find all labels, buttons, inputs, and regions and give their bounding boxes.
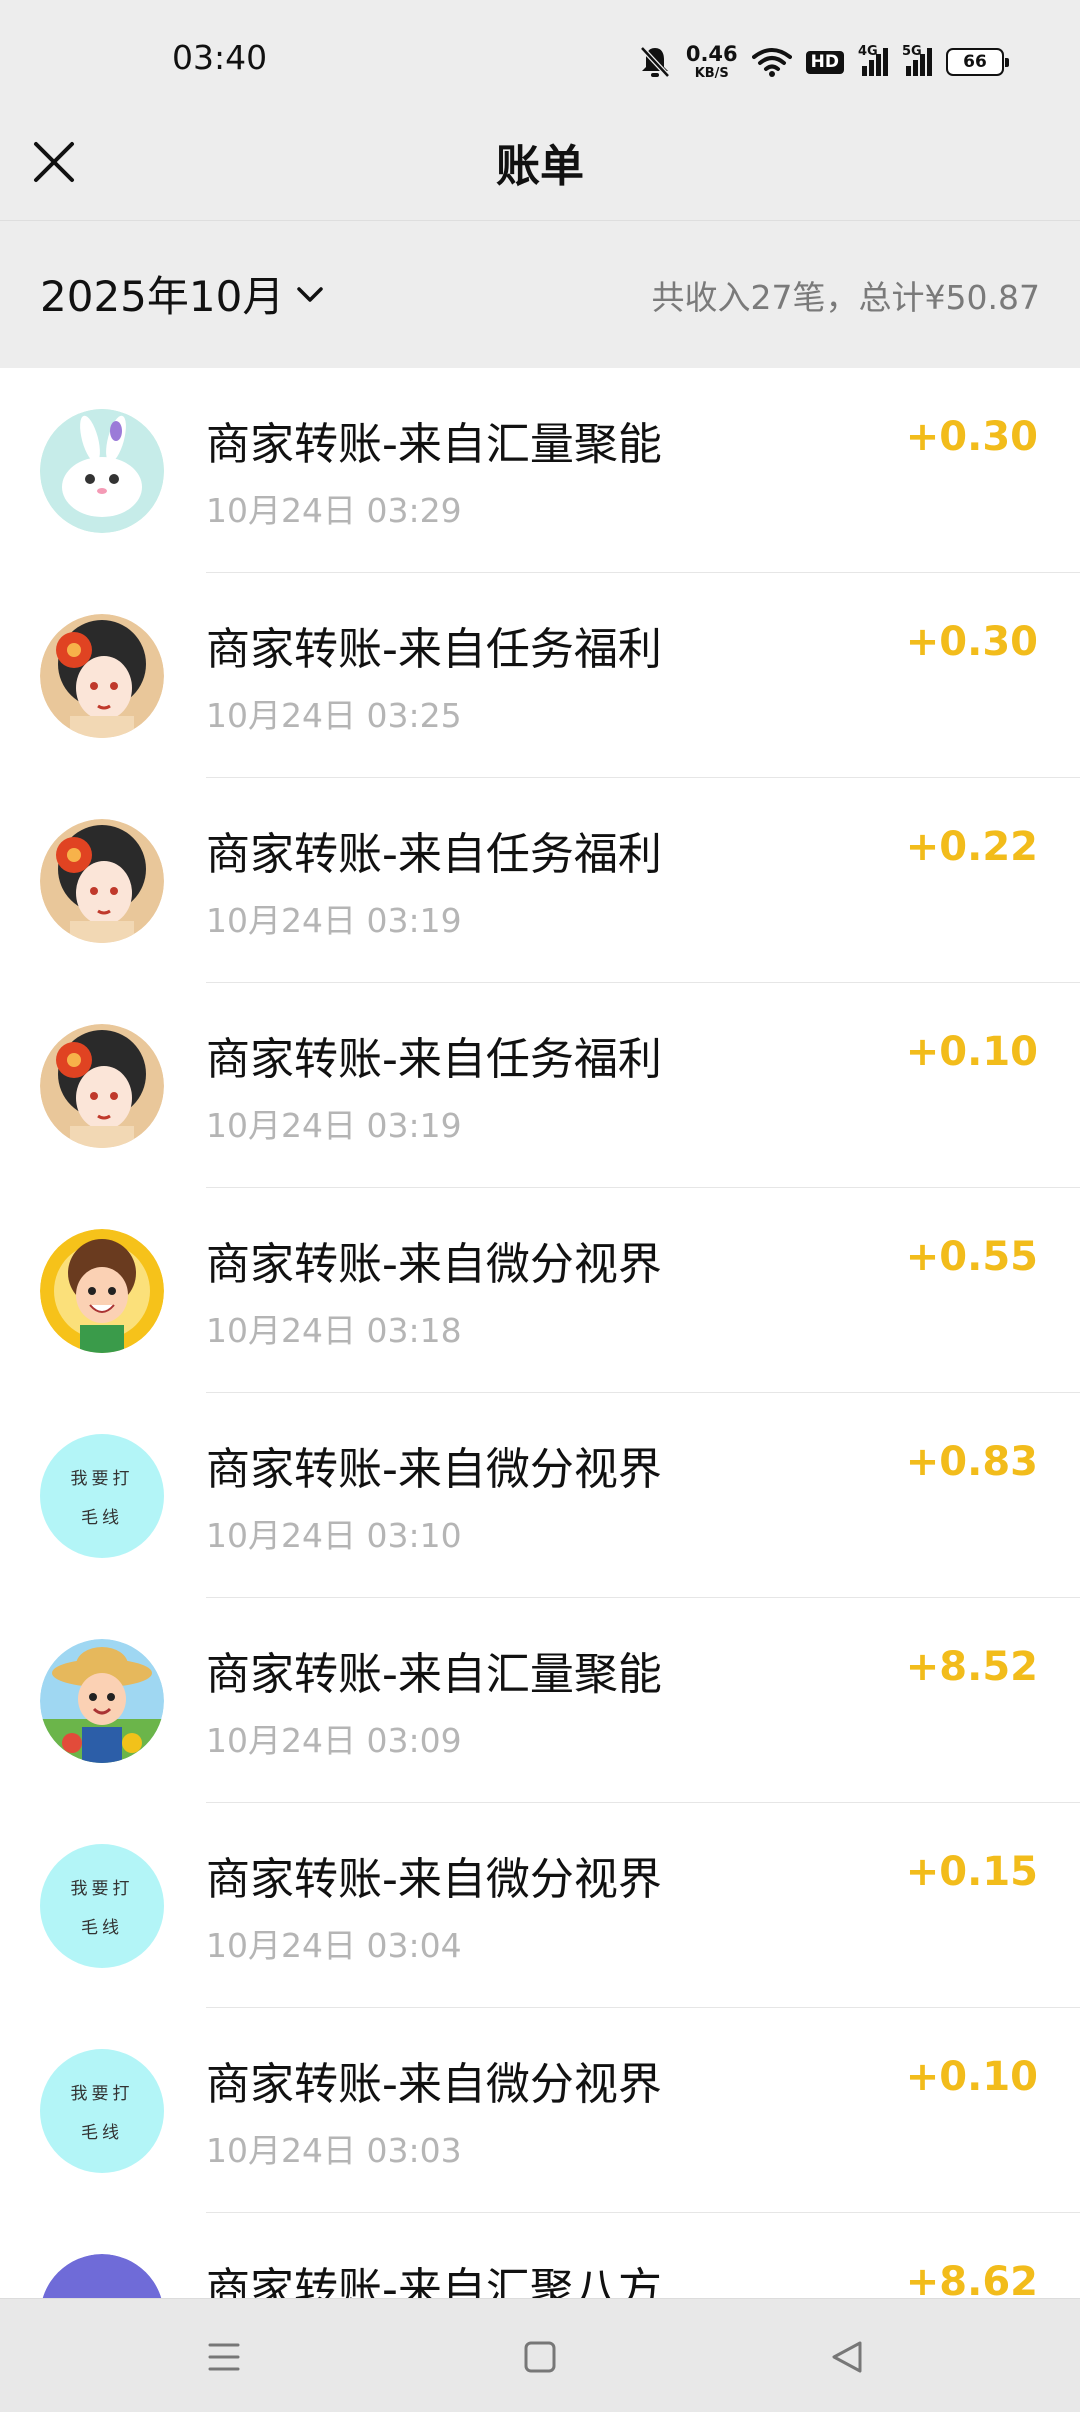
battery-icon: 66 [946, 48, 1009, 76]
signal-5g-label: 5G [902, 44, 922, 59]
girl-avatar [40, 1024, 164, 1148]
bill-item[interactable]: 商家转账-来自微分视界 10月24日 03:18 +0.55 [0, 1188, 1080, 1393]
bill-item[interactable]: 我要打 毛线 商家转账-来自微分视界 10月24日 03:04 +0.15 [0, 1803, 1080, 2008]
bill-item[interactable]: 商家转账-来自任务福利 10月24日 03:19 +0.22 [0, 778, 1080, 983]
bill-list: 商家转账-来自汇量聚能 10月24日 03:29 +0.30 商家转账-来自任务… [0, 368, 1080, 2298]
signal-icon: 4G [858, 44, 888, 76]
girl-avatar [40, 614, 164, 738]
avatar-text-line1: 我要打 [70, 1469, 134, 1489]
status-bar: 03:40 0.46 KB/S HD 4G 5G 66 [0, 0, 1080, 120]
nav-bar: 账单 [0, 120, 1080, 220]
avatar-text-line1: 我要打 [70, 1879, 134, 1899]
system-nav-bar [0, 2298, 1080, 2412]
month-summary: 2025年10月 共收入27笔，总计¥50.87 [0, 220, 1080, 368]
bill-amount: +0.10 [905, 2054, 1038, 2100]
bill-amount: +8.62 [905, 2259, 1038, 2298]
bill-title: 商家转账-来自微分视界 [206, 1444, 662, 1495]
text-avatar: 我要打 毛线 [40, 1844, 164, 1968]
home-icon[interactable] [512, 2329, 568, 2385]
menu-icon[interactable] [196, 2329, 252, 2385]
net-speed-unit: KB/S [694, 66, 729, 81]
text-avatar: 我要打 毛线 [40, 2049, 164, 2173]
avatar-text-line2: 毛线 [81, 1508, 123, 1528]
signal-5g-icon: 5G [902, 44, 932, 76]
avatar-text-line1: 我要打 [70, 2084, 134, 2104]
bill-time: 10月24日 03:03 [206, 2131, 462, 2170]
bill-time: 10月24日 03:09 [206, 1721, 462, 1760]
text-avatar: 我要打 毛线 [40, 1434, 164, 1558]
bill-time: 10月24日 03:18 [206, 1311, 462, 1350]
status-time: 03:40 [172, 38, 268, 77]
bill-item[interactable]: 商家转账-来自汇量聚能 10月24日 03:09 +8.52 [0, 1598, 1080, 1803]
bill-title: 商家转账-来自汇聚八方 [206, 2264, 662, 2298]
chevron-down-icon [297, 286, 324, 302]
bill-item[interactable]: 商家转账-来自任务福利 10月24日 03:25 +0.30 [0, 573, 1080, 778]
bill-title: 商家转账-来自汇量聚能 [206, 419, 662, 470]
avatar-text-line2: 毛线 [81, 2123, 123, 2143]
bill-title: 商家转账-来自任务福利 [206, 624, 662, 675]
bill-amount: +0.10 [905, 1029, 1038, 1075]
bill-item[interactable]: 商家转账-来自汇量聚能 10月24日 03:29 +0.30 [0, 368, 1080, 573]
bill-item[interactable]: 商家转账-来自任务福利 10月24日 03:19 +0.10 [0, 983, 1080, 1188]
month-label: 2025年10月 [40, 272, 285, 321]
signal-4g-label: 4G [858, 44, 878, 59]
girl-avatar [40, 819, 164, 943]
back-icon[interactable] [820, 2329, 876, 2385]
cartoon-avatar [40, 1229, 164, 1353]
bill-amount: +0.30 [905, 619, 1038, 665]
bill-title: 商家转账-来自任务福利 [206, 829, 662, 880]
avatar-text-line2: 毛线 [81, 1918, 123, 1938]
bill-time: 10月24日 03:19 [206, 1106, 462, 1145]
bill-amount: +0.30 [905, 414, 1038, 460]
bill-time: 10月24日 03:10 [206, 1516, 462, 1555]
month-selector[interactable]: 2025年10月 [40, 263, 326, 324]
bill-title: 商家转账-来自微分视界 [206, 2059, 662, 2110]
bill-amount: +0.83 [905, 1439, 1038, 1485]
battery-level: 66 [963, 52, 987, 72]
bill-title: 商家转账-来自汇量聚能 [206, 1649, 662, 1700]
bill-item[interactable]: 商家转账-来自汇聚八方 +8.62 [0, 2213, 1080, 2298]
status-icons: 0.46 KB/S HD 4G 5G 66 [638, 40, 1009, 84]
bill-title: 商家转账-来自微分视界 [206, 1854, 662, 1905]
bill-time: 10月24日 03:29 [206, 491, 462, 530]
bill-amount: +0.15 [905, 1849, 1038, 1895]
bill-item[interactable]: 我要打 毛线 商家转账-来自微分视界 10月24日 03:10 +0.83 [0, 1393, 1080, 1598]
bill-time: 10月24日 03:19 [206, 901, 462, 940]
bill-time: 10月24日 03:25 [206, 696, 462, 735]
net-speed: 0.46 KB/S [685, 42, 738, 81]
farmer-avatar [40, 1639, 164, 1763]
bill-amount: +0.22 [905, 824, 1038, 870]
wifi-icon [751, 48, 792, 77]
rabbit-avatar [40, 409, 164, 533]
bill-title: 商家转账-来自微分视界 [206, 1239, 662, 1290]
net-speed-value: 0.46 [685, 42, 738, 66]
bill-amount: +0.55 [905, 1234, 1038, 1280]
bill-item[interactable]: 我要打 毛线 商家转账-来自微分视界 10月24日 03:03 +0.10 [0, 2008, 1080, 2213]
page-title: 账单 [496, 141, 584, 192]
bill-title: 商家转账-来自任务福利 [206, 1034, 662, 1085]
bill-amount: +8.52 [905, 1644, 1038, 1690]
mute-bell-icon [639, 46, 670, 78]
income-summary: 共收入27笔，总计¥50.87 [651, 278, 1040, 317]
purple-avatar [40, 2254, 164, 2298]
hd-icon: HD [805, 50, 844, 74]
bill-time: 10月24日 03:04 [206, 1926, 462, 1965]
